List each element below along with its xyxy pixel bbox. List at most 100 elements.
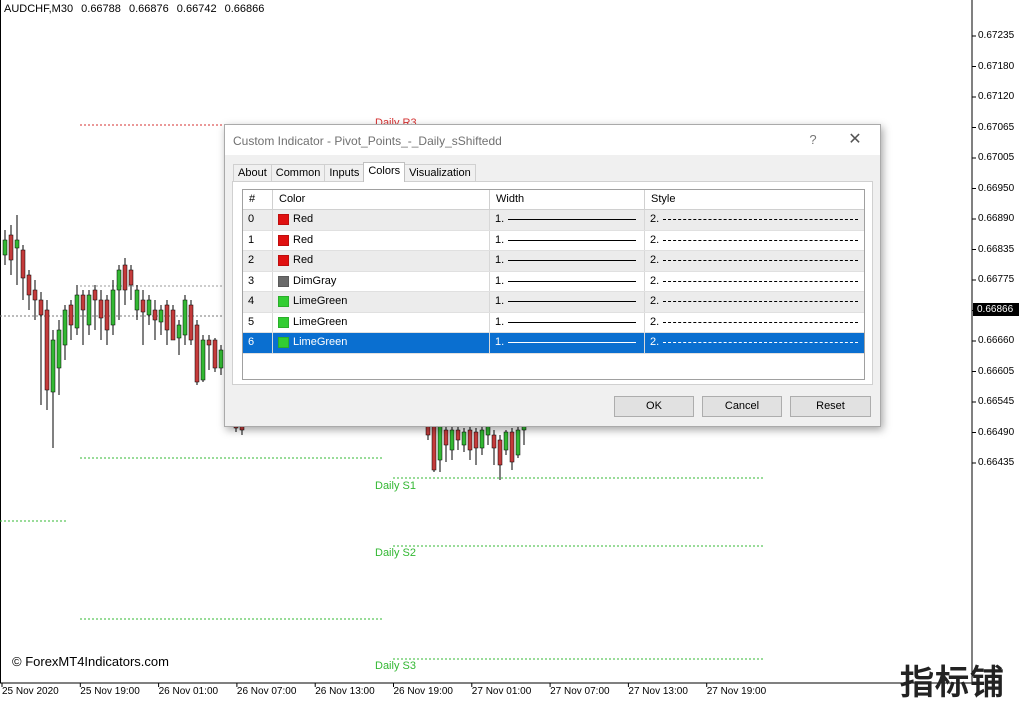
color-cell[interactable]: LimeGreen [273, 292, 490, 312]
dashed-line-icon [663, 219, 859, 221]
price-axis-label: 0.67005 [978, 152, 1015, 163]
close-button[interactable]: ✕ [843, 129, 867, 151]
width-cell[interactable]: 1. [490, 333, 645, 353]
dialog-titlebar[interactable]: Custom Indicator - Pivot_Points_-_Daily_… [225, 125, 880, 155]
dialog-tabs: About Common Inputs Colors Visualization [233, 162, 476, 182]
table-body: 0 Red 1. 2. 1 Red 1. 2. 2 Red 1. 2. 3 DimGray 1. 2. 4 Lim… [243, 210, 864, 354]
width-value: 1. [495, 254, 505, 267]
candle-body [38, 299, 44, 316]
table-row[interactable]: 0 Red 1. 2. [243, 210, 864, 231]
candle-body [86, 294, 92, 326]
ok-button[interactable]: OK [614, 396, 694, 417]
header-color[interactable]: Color [273, 190, 490, 209]
price-axis-label: 0.66950 [978, 182, 1015, 194]
style-cell[interactable]: 2. [645, 231, 864, 251]
color-swatch-icon [278, 255, 289, 267]
row-number: 5 [243, 312, 273, 332]
width-cell[interactable]: 1. [490, 230, 645, 250]
watermark-text: © ForexMT4Indicators.com [12, 654, 169, 669]
style-cell[interactable]: 2. [645, 292, 864, 312]
solid-line-icon [508, 260, 637, 262]
width-cell[interactable]: 1. [490, 271, 645, 291]
tab-inputs[interactable]: Inputs [324, 164, 365, 182]
color-cell[interactable]: Red [273, 210, 490, 230]
width-cell[interactable]: 1. [490, 292, 645, 312]
time-axis-label: 27 Nov 13:00 [628, 686, 688, 697]
price-axis-label: 0.67120 [978, 91, 1015, 102]
color-name: Red [293, 213, 314, 226]
color-cell[interactable]: LimeGreen [273, 333, 490, 353]
solid-line-icon [508, 280, 637, 282]
header-width[interactable]: Width [490, 190, 645, 209]
color-name: LimeGreen [293, 336, 348, 349]
table-row[interactable]: 3 DimGray 1. 2. [243, 271, 864, 292]
color-swatch-icon [278, 337, 289, 349]
price-axis-label: 0.67235 [978, 30, 1015, 41]
color-cell[interactable]: Red [273, 251, 490, 271]
table-row[interactable]: 5 LimeGreen 1. 2. [243, 312, 864, 333]
row-number: 3 [243, 271, 273, 291]
candle-body [212, 339, 218, 369]
table-row[interactable]: 1 Red 1. 2. [243, 230, 864, 251]
table-row[interactable]: 4 LimeGreen 1. 2. [243, 292, 864, 313]
width-cell[interactable]: 1. [490, 251, 645, 271]
tab-colors[interactable]: Colors [363, 162, 406, 182]
candle-body [491, 434, 497, 449]
solid-line-icon [508, 342, 637, 344]
table-row[interactable]: 6 LimeGreen 1. 2. [243, 333, 864, 354]
candle-body [32, 289, 38, 301]
color-cell[interactable]: DimGray [273, 271, 490, 291]
style-cell[interactable]: 2. [645, 210, 864, 230]
tab-about[interactable]: About [233, 164, 272, 182]
candle-body [170, 309, 176, 341]
color-name: LimeGreen [293, 315, 348, 328]
candle-body [92, 289, 98, 301]
corner-logo: 指标铺 [900, 663, 1005, 703]
style-value: 2. [650, 315, 660, 328]
width-cell[interactable]: 1. [490, 210, 645, 230]
row-number: 0 [243, 210, 273, 230]
color-swatch-icon [278, 234, 289, 246]
width-cell[interactable]: 1. [490, 312, 645, 332]
header-number[interactable]: # [243, 190, 273, 209]
daily-s3-label: Daily S3 [375, 660, 416, 672]
style-cell[interactable]: 2. [645, 251, 864, 271]
width-value: 1. [495, 336, 505, 349]
help-button[interactable]: ? [803, 130, 823, 150]
color-swatch-icon [278, 296, 289, 308]
dashed-line-icon [663, 321, 859, 323]
candle-body [62, 309, 68, 346]
colors-table: # Color Width Style 0 Red 1. 2. 1 Red 1. 2. 2 Red… [242, 189, 865, 380]
tab-visualization[interactable]: Visualization [404, 164, 476, 182]
cancel-button[interactable]: Cancel [702, 396, 782, 417]
candle-body [158, 309, 164, 323]
candle-body [140, 299, 146, 313]
tab-common[interactable]: Common [270, 164, 326, 182]
dashed-line-icon [663, 301, 859, 303]
candle-body [134, 289, 140, 311]
reset-button[interactable]: Reset [790, 396, 871, 417]
price-axis-label: 0.66660 [978, 335, 1015, 346]
candle-body [56, 329, 62, 369]
color-cell[interactable]: Red [273, 230, 490, 250]
dashed-line-icon [663, 239, 859, 241]
width-value: 1. [495, 295, 505, 308]
candle-body [98, 299, 104, 319]
candle-body [68, 304, 74, 326]
table-row[interactable]: 2 Red 1. 2. [243, 251, 864, 272]
candle-body [515, 429, 521, 456]
color-swatch-icon [278, 214, 289, 226]
style-cell[interactable]: 2. [645, 333, 864, 353]
candle-body [437, 425, 443, 461]
style-cell[interactable]: 2. [645, 313, 864, 333]
color-swatch-icon [278, 316, 289, 328]
chart-header: AUDCHF,M30 0.66788 0.66876 0.66742 0.668… [4, 3, 269, 15]
daily-s1-label: Daily S1 [375, 480, 416, 492]
width-value: 1. [495, 213, 505, 226]
style-cell[interactable]: 2. [645, 272, 864, 292]
candle-body [50, 339, 56, 393]
price-axis-label: 0.66890 [978, 213, 1015, 224]
header-style[interactable]: Style [645, 190, 864, 209]
color-cell[interactable]: LimeGreen [273, 312, 490, 332]
time-axis-label: 25 Nov 19:00 [80, 686, 140, 697]
